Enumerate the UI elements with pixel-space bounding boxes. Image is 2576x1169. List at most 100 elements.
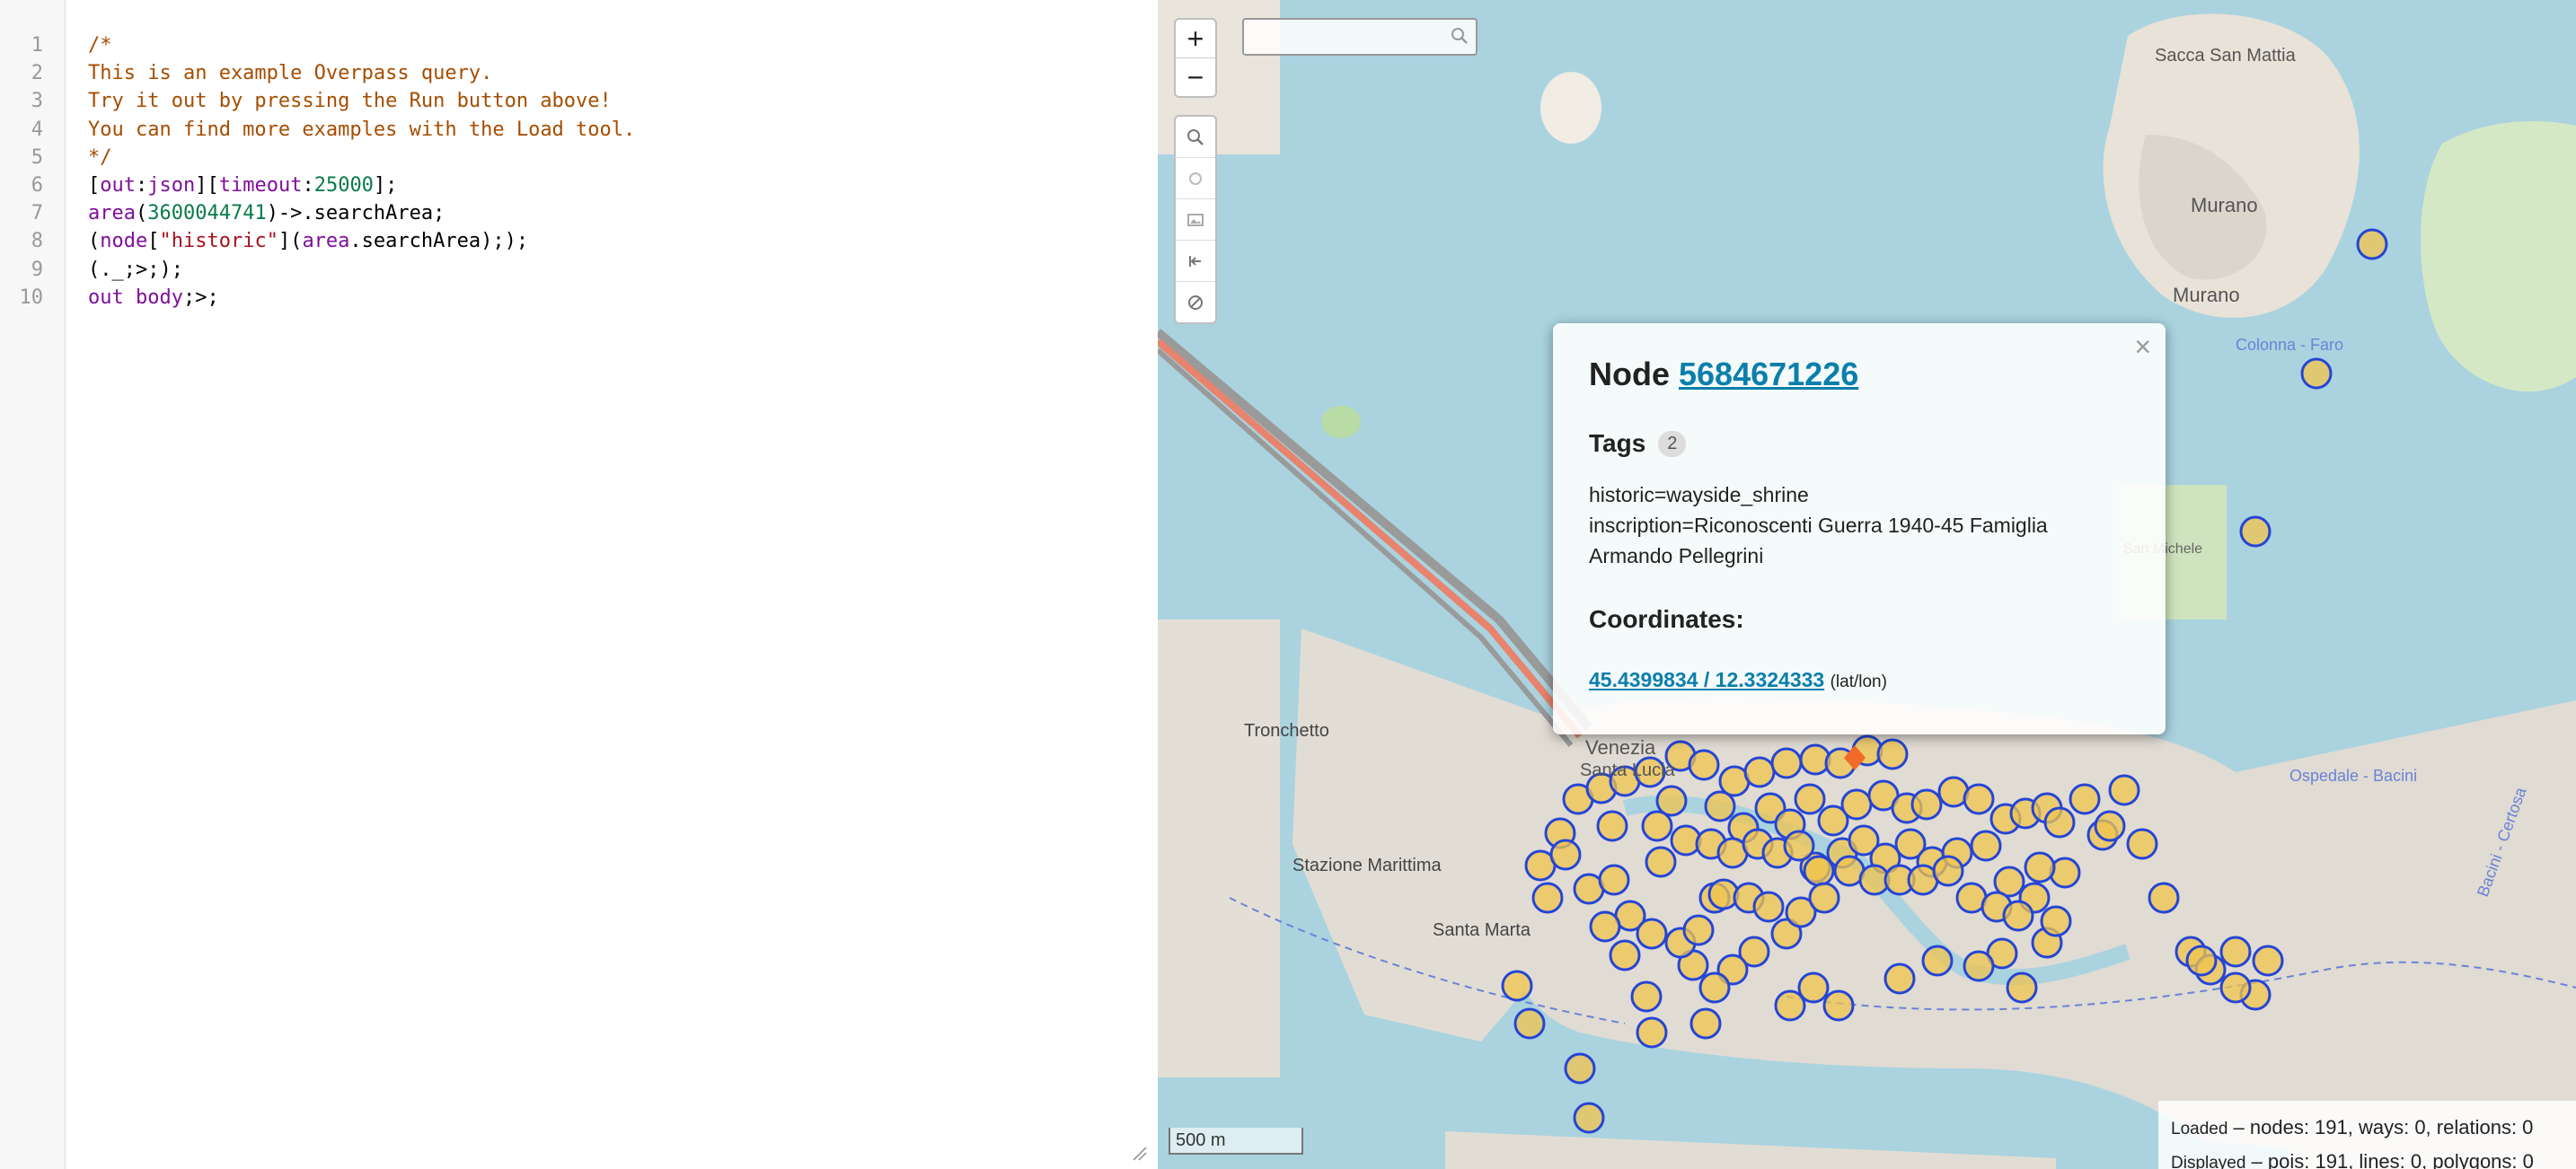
poi-marker[interactable] <box>2094 810 2126 842</box>
poi-marker[interactable] <box>2108 774 2140 806</box>
poi-marker[interactable] <box>1549 839 1582 871</box>
code-line[interactable]: out body;>; <box>88 286 219 309</box>
poi-marker[interactable] <box>1970 830 2002 862</box>
poi-marker[interactable] <box>1682 914 1715 946</box>
poi-marker[interactable] <box>1783 830 1815 862</box>
place-label: Tronchetto <box>1244 721 1329 741</box>
poi-marker[interactable] <box>1876 738 1909 770</box>
code-line[interactable]: You can find more examples with the Load… <box>88 119 635 141</box>
poi-marker[interactable] <box>1630 980 1663 1013</box>
scale-bar: 500 m <box>1169 1128 1303 1155</box>
code-token: out body <box>88 286 183 309</box>
code-token: ( <box>88 230 101 253</box>
first-page-icon[interactable] <box>1176 240 1215 281</box>
code-token: ( <box>135 202 148 225</box>
place-label: Santa Lucia <box>1580 760 1676 780</box>
coordinates-link[interactable]: 45.4399834 / 12.3324333 <box>1589 668 1824 691</box>
code-line[interactable]: /* <box>88 34 112 57</box>
poi-marker[interactable] <box>1598 864 1630 896</box>
poi-marker[interactable] <box>1689 1007 1722 1040</box>
resize-handle-icon[interactable] <box>1132 1146 1148 1162</box>
code-line[interactable]: */ <box>88 146 112 169</box>
query-editor[interactable]: 1 2 3 4 5 6 7 8 9 10 /* This is an example Overpas… <box>0 0 1157 1169</box>
code-line[interactable]: [out:json][timeout:25000]; <box>88 174 397 197</box>
poi-marker[interactable] <box>1636 918 1668 950</box>
search-icon[interactable] <box>1449 25 1470 47</box>
poi-marker[interactable] <box>1688 749 1720 781</box>
poi-marker[interactable] <box>1910 788 1943 821</box>
poi-marker[interactable] <box>1770 747 1803 779</box>
poi-marker[interactable] <box>1932 855 1964 887</box>
place-label: Stazione Marittima <box>1292 856 1442 875</box>
poi-marker[interactable] <box>1501 970 1533 1002</box>
poi-marker[interactable] <box>2219 936 2252 968</box>
poi-marker[interactable] <box>2040 905 2072 937</box>
poi-marker[interactable] <box>2356 228 2388 260</box>
poi-marker[interactable] <box>1794 783 1826 815</box>
tag-line: inscription=Riconoscenti Guerra 1940-45 … <box>1589 514 2048 537</box>
code-line[interactable]: area(3600044741)->.searchArea; <box>88 202 445 224</box>
poi-marker[interactable] <box>1636 1016 1668 1049</box>
poi-marker[interactable] <box>1573 1102 1605 1134</box>
code-line[interactable]: (._;>;); <box>88 259 183 281</box>
poi-marker[interactable] <box>1609 939 1641 971</box>
poi-marker[interactable] <box>2126 828 2158 860</box>
code-line[interactable]: This is an example Overpass query. <box>88 62 492 84</box>
node-id-link[interactable]: 5684671226 <box>1679 356 1858 392</box>
line-number: 10 <box>19 286 44 309</box>
poi-marker[interactable] <box>2002 900 2034 932</box>
poi-marker[interactable] <box>1645 846 1677 878</box>
code-token: 25000 <box>313 174 374 197</box>
code-token: node <box>100 230 148 253</box>
code-token: ][ <box>195 174 219 197</box>
poi-marker[interactable] <box>2185 945 2218 977</box>
poi-marker[interactable] <box>1704 790 1736 822</box>
poi-marker[interactable] <box>1822 989 1855 1022</box>
place-label: Colonna - Faro <box>2236 336 2343 354</box>
zoom-control: + − <box>1174 18 1217 98</box>
code-token: area <box>302 230 350 253</box>
poi-marker[interactable] <box>1743 756 1776 788</box>
poi-marker[interactable] <box>1883 962 1916 995</box>
poi-marker[interactable] <box>2252 945 2284 977</box>
circle-icon[interactable] <box>1176 157 1215 198</box>
map-view[interactable]: Sacca San Mattia Murano Murano San Miche… <box>1158 0 2576 1169</box>
poi-marker[interactable] <box>1963 783 1995 815</box>
poi-marker[interactable] <box>1589 910 1621 943</box>
search-icon[interactable] <box>1176 117 1215 157</box>
code-line[interactable]: Try it out by pressing the Run button ab… <box>88 90 612 112</box>
poi-marker[interactable] <box>2148 882 2180 914</box>
place-label: Sacca San Mattia <box>2155 46 2297 66</box>
map-search <box>1242 18 1478 56</box>
code-line[interactable]: (node["historic"](area.searchArea);); <box>88 230 528 252</box>
poi-marker[interactable] <box>1921 945 1954 977</box>
poi-marker[interactable] <box>2006 971 2038 1004</box>
zoom-in-button[interactable]: + <box>1176 20 1215 57</box>
code-token: "historic" <box>159 230 278 253</box>
poi-marker[interactable] <box>1774 989 1806 1022</box>
map-search-input[interactable] <box>1244 20 1447 50</box>
poi-marker[interactable] <box>1840 788 1873 821</box>
poi-marker[interactable] <box>2239 515 2272 548</box>
poi-marker[interactable] <box>2300 357 2333 390</box>
poi-marker[interactable] <box>1752 891 1785 923</box>
poi-marker[interactable] <box>2049 857 2081 889</box>
poi-marker[interactable] <box>1564 1052 1596 1085</box>
cancel-icon[interactable] <box>1176 281 1215 322</box>
poi-marker[interactable] <box>1963 950 1995 982</box>
poi-marker[interactable] <box>2219 971 2252 1004</box>
poi-marker[interactable] <box>1596 810 1628 842</box>
poi-marker[interactable] <box>2043 806 2076 839</box>
poi-marker[interactable] <box>1531 882 1564 914</box>
poi-marker[interactable] <box>2024 851 2056 883</box>
poi-marker[interactable] <box>1808 882 1840 914</box>
poi-marker[interactable] <box>1655 785 1688 817</box>
poi-marker[interactable] <box>2069 783 2101 815</box>
close-icon[interactable]: × <box>2134 330 2151 364</box>
code-token: )->.searchArea; <box>266 202 446 225</box>
poi-marker[interactable] <box>1513 1007 1546 1040</box>
image-icon[interactable] <box>1176 198 1215 240</box>
poi-marker[interactable] <box>1698 971 1731 1004</box>
popup-title: Node 5684671226 <box>1589 356 1858 393</box>
zoom-out-button[interactable]: − <box>1176 57 1215 96</box>
